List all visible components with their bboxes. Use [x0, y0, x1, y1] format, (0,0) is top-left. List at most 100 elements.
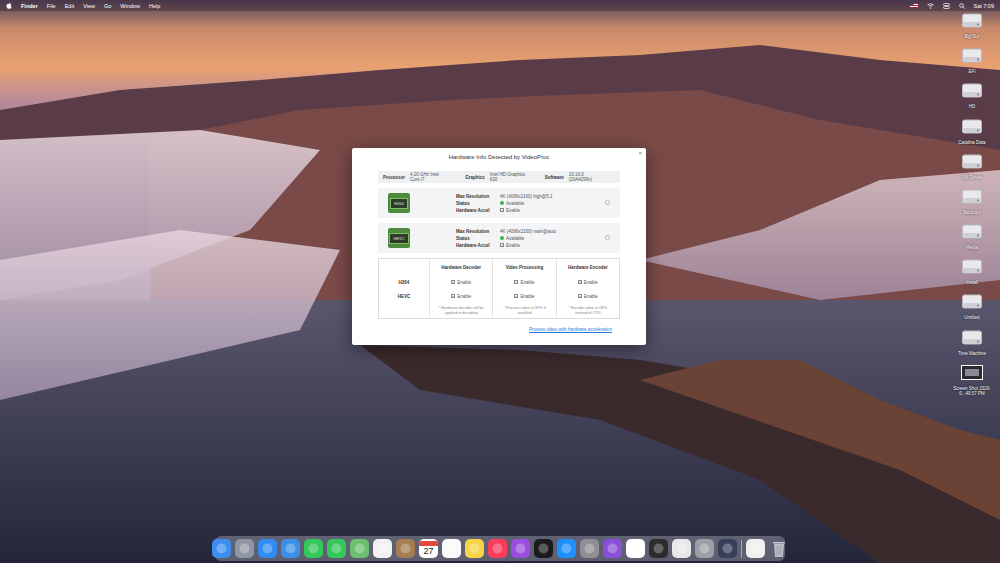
codec-row-value: Available: [506, 236, 524, 241]
trash-icon[interactable]: [769, 539, 788, 558]
app-glyph: [350, 539, 369, 558]
row-label-text: H264: [399, 280, 410, 285]
apple-icon[interactable]: [6, 2, 12, 9]
desktop-icon[interactable]: EFI: [950, 48, 994, 74]
cell-text: Enable: [520, 294, 534, 299]
checkbox[interactable]: [578, 280, 582, 284]
checkbox[interactable]: [578, 294, 582, 298]
app-icon[interactable]: [350, 539, 369, 558]
info-value: 10.16.0 (20A4299v): [569, 172, 601, 182]
control-center-icon[interactable]: [943, 3, 950, 9]
menu-clock[interactable]: Sat 7:09: [974, 3, 995, 9]
table-cell: Enable: [556, 275, 619, 289]
app-glyph: [373, 539, 392, 558]
app-icon[interactable]: [649, 539, 668, 558]
app-icon[interactable]: [511, 539, 530, 558]
app-icon[interactable]: [373, 539, 392, 558]
app-icon[interactable]: [557, 539, 576, 558]
app-icon[interactable]: [603, 539, 622, 558]
table-corner: [379, 259, 429, 275]
app-icon[interactable]: [212, 539, 231, 558]
wifi-icon[interactable]: [927, 3, 934, 9]
hardware-info-dialog: Hardware Info Detected by VideoProc× Proc…: [352, 148, 646, 345]
select-radio-icon[interactable]: [605, 200, 610, 205]
drive-icon: [962, 189, 982, 208]
menu-item[interactable]: Help: [149, 3, 160, 9]
desktop-icon[interactable]: Untitled: [950, 294, 994, 320]
desktop-icons: Big Sur EFI HD Catalina Data VM Drives Backup…: [950, 13, 994, 396]
calendar-day: 27: [423, 547, 433, 556]
row-label: HEVC: [379, 289, 429, 303]
codec-row-label: Max Resolution: [456, 194, 500, 199]
desktop-icon[interactable]: Screen Shot 2020-0...49.57 PM: [950, 365, 994, 396]
app-icon[interactable]: [580, 539, 599, 558]
note-text: * Encode video in GPU instead of CPU: [563, 306, 613, 315]
codec-row-value: Enable: [506, 243, 520, 248]
desktop-icon[interactable]: HD: [950, 83, 994, 109]
desktop-icon[interactable]: Backups: [950, 189, 994, 215]
checkbox[interactable]: [514, 280, 518, 284]
codec-row-value-box: Available: [500, 236, 524, 241]
column-header-text: Hardware Decoder: [441, 265, 481, 270]
menu-item[interactable]: View: [83, 3, 95, 9]
app-icon[interactable]: [672, 539, 691, 558]
system-info-row: Processor4.20 GHz Intel Core i7GraphicsI…: [378, 171, 620, 183]
checkbox[interactable]: [451, 280, 455, 284]
menu-item[interactable]: Go: [104, 3, 111, 9]
app-glyph: [396, 539, 415, 558]
desktop-icon[interactable]: Media: [950, 224, 994, 250]
app-icon[interactable]: [281, 539, 300, 558]
desktop-icon[interactable]: Catalina Data: [950, 119, 994, 145]
app-icon[interactable]: [465, 539, 484, 558]
app-icon[interactable]: [626, 539, 645, 558]
menu-item[interactable]: File: [47, 3, 56, 9]
app-icon[interactable]: [695, 539, 714, 558]
row-label-text: HEVC: [398, 294, 411, 299]
app-icon[interactable]: [258, 539, 277, 558]
dialog-title: Hardware Info Detected by VideoProc: [352, 148, 646, 162]
note-spacer: [379, 303, 429, 318]
app-icon[interactable]: [235, 539, 254, 558]
desktop-icon[interactable]: VM Drives: [950, 154, 994, 180]
table-cell: Enable: [492, 275, 555, 289]
checkbox[interactable]: [514, 294, 518, 298]
app-icon[interactable]: [746, 539, 765, 558]
drive-icon: [962, 259, 982, 278]
app-icon[interactable]: [396, 539, 415, 558]
app-glyph: [746, 539, 765, 558]
checkbox[interactable]: [500, 208, 504, 212]
info-label: Processor: [383, 175, 405, 180]
desktop-icon[interactable]: Install: [950, 259, 994, 285]
app-icon[interactable]: [534, 539, 553, 558]
dock-separator: [741, 540, 742, 558]
app-icon[interactable]: [327, 539, 346, 558]
app-glyph: [442, 539, 461, 558]
app-icon[interactable]: [442, 539, 461, 558]
codec-row-value-box: 4K (4096x2160) high@5.1: [500, 194, 553, 199]
app-glyph: [695, 539, 714, 558]
desktop-icon[interactable]: Time Machine: [950, 330, 994, 356]
flag-icon[interactable]: [910, 3, 918, 8]
checkbox[interactable]: [451, 294, 455, 298]
app-icon[interactable]: [304, 539, 323, 558]
app-glyph: [511, 539, 530, 558]
calendar-icon[interactable]: 27: [419, 539, 438, 558]
drive-icon: [962, 119, 982, 138]
cell-text: Enable: [520, 280, 534, 285]
close-button[interactable]: ×: [638, 150, 642, 156]
hardware-acceleration-link[interactable]: Process video with hardware acceleration: [529, 327, 612, 332]
calendar-header: [419, 541, 438, 546]
menu-item[interactable]: Window: [120, 3, 140, 9]
app-icon[interactable]: [718, 539, 737, 558]
menu-item[interactable]: Finder: [21, 3, 38, 9]
desktop-icon[interactable]: Big Sur: [950, 13, 994, 39]
select-radio-icon[interactable]: [605, 235, 610, 240]
checkbox[interactable]: [500, 243, 504, 247]
chip-icon: HEVC: [388, 228, 410, 248]
menu-item[interactable]: Edit: [65, 3, 74, 9]
app-icon[interactable]: [488, 539, 507, 558]
codec-row-value-box: Enable: [500, 243, 520, 248]
search-icon[interactable]: [959, 3, 965, 9]
chip-label: HEVC: [389, 233, 408, 244]
dock: 27: [215, 536, 785, 561]
